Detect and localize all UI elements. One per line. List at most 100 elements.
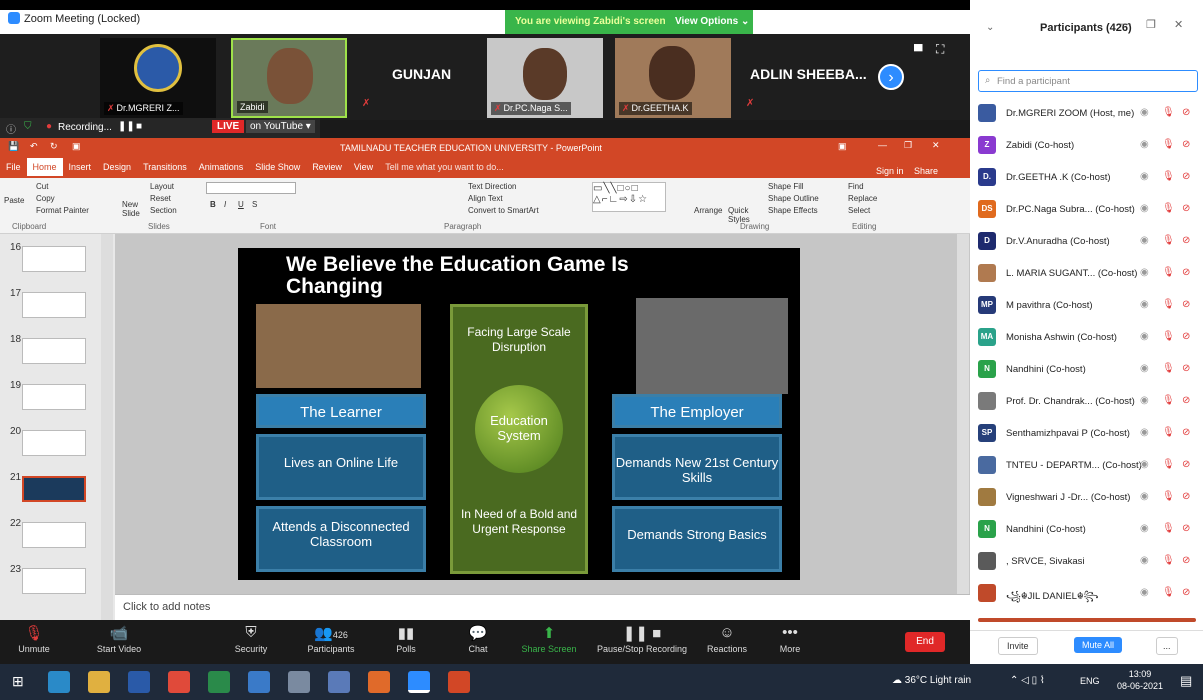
tray-icons[interactable]: ⌃ ◁ ▯ ⌇: [1010, 675, 1045, 686]
more-button[interactable]: ••• More: [772, 624, 808, 654]
slide-thumb-18[interactable]: [22, 338, 86, 364]
tab-slideshow[interactable]: Slide Show: [249, 158, 306, 176]
italic-button[interactable]: I: [224, 200, 226, 209]
slide-thumb-19[interactable]: [22, 384, 86, 410]
mute-all-button[interactable]: Mute All: [1074, 637, 1123, 653]
invite-button[interactable]: Invite: [998, 637, 1038, 655]
participant-row[interactable]: Dr.MGRERI ZOOM (Host, me) ◉ 🎙 ⊘: [978, 100, 1196, 128]
app-icon[interactable]: [288, 671, 310, 693]
pause-stop-recording-button[interactable]: ❚❚ ■ Pause/Stop Recording: [592, 624, 692, 654]
tab-review[interactable]: Review: [306, 158, 348, 176]
stop-recording-icon[interactable]: ■: [136, 121, 142, 132]
tab-view[interactable]: View: [348, 158, 379, 176]
participant-row[interactable]: , SRVCE, Sivakasi ◉ 🎙 ⊘: [978, 548, 1196, 576]
gallery-view-icon[interactable]: ▀: [914, 44, 923, 58]
participant-row[interactable]: ꧁☬JIL DANIEL☬꧂ ◉ 🎙 ⊘: [978, 580, 1196, 608]
save-icon[interactable]: 💾: [8, 141, 19, 152]
video-tile-1[interactable]: ✗ Dr.MGRERI Z...: [100, 38, 216, 118]
live-destination-dropdown[interactable]: on YouTube ▾: [246, 120, 315, 133]
polls-button[interactable]: ▮▮ Polls: [388, 624, 424, 654]
video-tile-2[interactable]: Zabidi: [231, 38, 347, 118]
fullscreen-icon[interactable]: ⛶: [936, 42, 944, 57]
firefox-icon[interactable]: [368, 671, 390, 693]
app-icon[interactable]: [328, 671, 350, 693]
copy-button[interactable]: Copy: [36, 194, 55, 203]
slide-thumb-22[interactable]: [22, 522, 86, 548]
reactions-button[interactable]: ☺ Reactions: [702, 624, 752, 654]
participant-row[interactable]: D Dr.V.Anuradha (Co-host) ◉ 🎙 ⊘: [978, 228, 1196, 256]
zoom-taskbar-icon[interactable]: [408, 671, 430, 693]
restore-icon[interactable]: ❐: [904, 140, 912, 151]
pause-recording-icon[interactable]: ❚❚: [118, 121, 135, 132]
more-options-button[interactable]: ...: [1156, 637, 1178, 655]
windows-start-icon[interactable]: ⊞: [12, 673, 28, 689]
participant-row[interactable]: TNTEU - DEPARTM... (Co-host) ◉ 🎙 ⊘: [978, 452, 1196, 480]
slide-thumb-21[interactable]: [22, 476, 86, 502]
video-tile-4[interactable]: ✗ Dr.PC.Naga S...: [487, 38, 603, 118]
tell-me-input[interactable]: Tell me what you want to do...: [379, 158, 510, 176]
powerpoint-icon[interactable]: [448, 671, 470, 693]
participant-row[interactable]: L. MARIA SUGANT... (Co-host) ◉ 🎙 ⊘: [978, 260, 1196, 288]
file-explorer-icon[interactable]: [88, 671, 110, 693]
shape-effects-button[interactable]: Shape Effects: [768, 206, 818, 215]
undo-icon[interactable]: ↶: [30, 141, 38, 152]
shape-fill-button[interactable]: Shape Fill: [768, 182, 804, 191]
slide-thumb-16[interactable]: [22, 246, 86, 272]
next-page-icon[interactable]: ›: [878, 64, 904, 90]
participants-button[interactable]: 👥426 Participants: [296, 624, 366, 654]
current-slide[interactable]: We Believe the Education Game Is Changin…: [238, 248, 800, 580]
bold-button[interactable]: B: [210, 200, 216, 209]
share-screen-button[interactable]: ⬆ Share Screen: [518, 624, 580, 654]
participant-row[interactable]: Vigneshwari J -Dr... (Co-host) ◉ 🎙 ⊘: [978, 484, 1196, 512]
view-options-button[interactable]: View Options ⌄: [675, 16, 749, 27]
participant-row[interactable]: Z Zabidi (Co-host) ◉ 🎙 ⊘: [978, 132, 1196, 160]
info-icon[interactable]: ⓘ: [6, 121, 16, 136]
security-button[interactable]: ⛨ Security: [226, 624, 276, 654]
convert-smartart-button[interactable]: Convert to SmartArt: [468, 206, 539, 215]
slide-thumb-20[interactable]: [22, 430, 86, 456]
tab-design[interactable]: Design: [97, 158, 137, 176]
tab-insert[interactable]: Insert: [63, 158, 98, 176]
participant-row[interactable]: N Nandhini (Co-host) ◉ 🎙 ⊘: [978, 356, 1196, 384]
close-icon[interactable]: ✕: [932, 140, 940, 151]
ribbon-options-icon[interactable]: ▣: [838, 141, 847, 152]
end-meeting-button[interactable]: End: [905, 632, 945, 652]
shield-icon[interactable]: ⛉: [24, 121, 32, 132]
participant-row[interactable]: MP M pavithra (Co-host) ◉ 🎙 ⊘: [978, 292, 1196, 320]
video-tile-6[interactable]: ADLIN SHEEBA...: [750, 66, 867, 82]
format-painter-button[interactable]: Format Painter: [36, 206, 89, 215]
align-text-button[interactable]: Align Text: [468, 194, 503, 203]
mail-icon[interactable]: [248, 671, 270, 693]
participant-row[interactable]: Prof. Dr. Chandrak... (Co-host) ◉ 🎙 ⊘: [978, 388, 1196, 416]
participant-row[interactable]: DS Dr.PC.Naga Subra... (Co-host) ◉ 🎙 ⊘: [978, 196, 1196, 224]
participant-row[interactable]: MA Monisha Ashwin (Co-host) ◉ 🎙 ⊘: [978, 324, 1196, 352]
chrome-icon[interactable]: [168, 671, 190, 693]
language-indicator[interactable]: ENG: [1080, 676, 1100, 686]
paste-button[interactable]: Paste: [4, 196, 24, 205]
close-window-icon[interactable]: ✕: [1174, 18, 1183, 31]
tab-transitions[interactable]: Transitions: [137, 158, 193, 176]
reset-button[interactable]: Reset: [150, 194, 171, 203]
slide-scrollbar[interactable]: [957, 234, 969, 594]
section-button[interactable]: Section: [150, 206, 177, 215]
unmute-button[interactable]: 🎙 Unmute: [6, 624, 62, 654]
slide-thumb-23[interactable]: [22, 568, 86, 594]
weather-widget[interactable]: ☁ 36°C Light rain: [892, 675, 971, 686]
new-slide-button[interactable]: New Slide: [122, 200, 150, 218]
participant-row[interactable]: N Nandhini (Co-host) ◉ 🎙 ⊘: [978, 516, 1196, 544]
shape-outline-button[interactable]: Shape Outline: [768, 194, 819, 203]
tab-animations[interactable]: Animations: [193, 158, 250, 176]
video-tile-5[interactable]: ✗ Dr.GEETHA.K: [615, 38, 731, 118]
font-name-input[interactable]: [206, 182, 296, 194]
cut-button[interactable]: Cut: [36, 182, 48, 191]
slide-thumb-17[interactable]: [22, 292, 86, 318]
restore-window-icon[interactable]: ❐: [1146, 18, 1156, 31]
present-icon[interactable]: ▣: [72, 141, 81, 152]
minimize-window-icon[interactable]: —: [1120, 18, 1131, 30]
edge-icon[interactable]: [48, 671, 70, 693]
excel-icon[interactable]: [208, 671, 230, 693]
notes-pane[interactable]: Click to add notes: [115, 594, 970, 620]
participant-search-input[interactable]: ⌕ Find a participant: [978, 70, 1198, 92]
tab-home[interactable]: Home: [26, 158, 63, 176]
word-icon[interactable]: [128, 671, 150, 693]
